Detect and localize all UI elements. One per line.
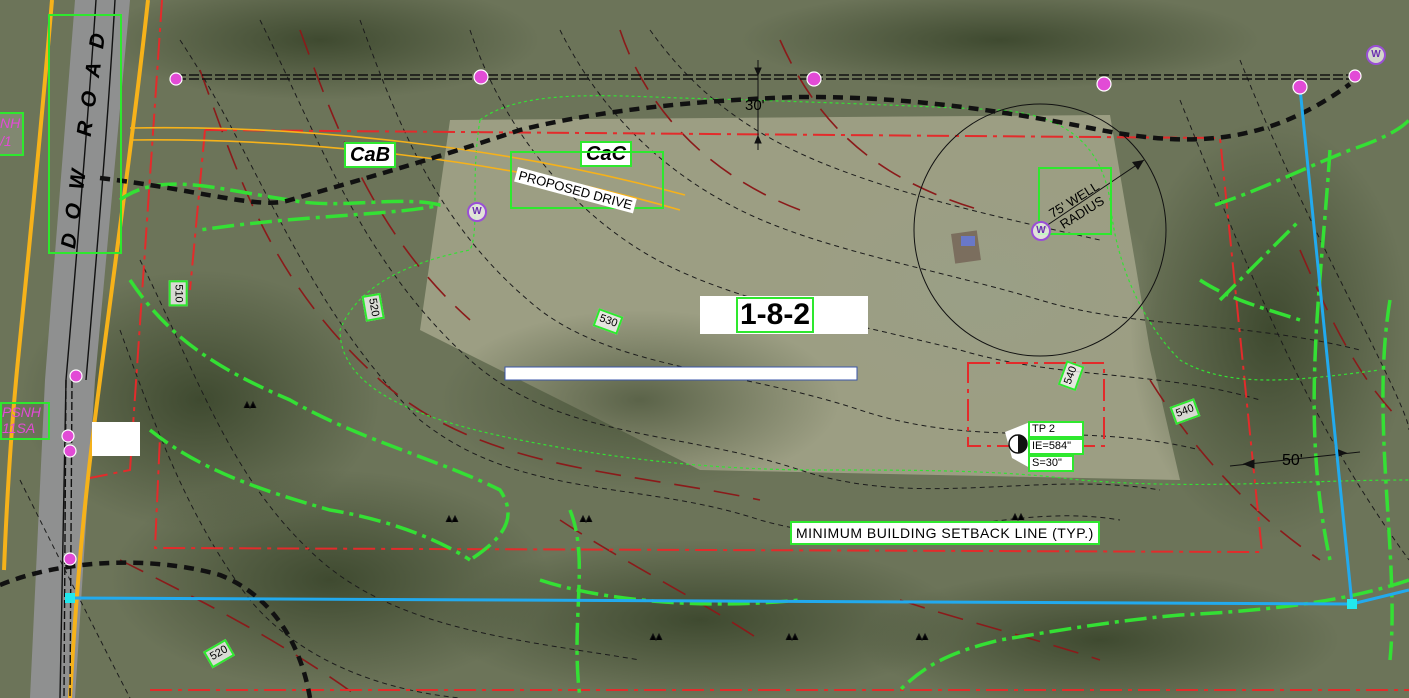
test-pit-invert: IE=584": [1028, 438, 1084, 455]
utility-pole-owner-top: NH: [0, 115, 21, 131]
road-name-label: DOW ROAD: [48, 14, 122, 254]
service-node-west: [65, 593, 75, 603]
setback-note: MINIMUM BUILDING SETBACK LINE (TYP.): [790, 521, 1100, 545]
test-pit-label: TP 2 IE=584" S=30": [1028, 421, 1084, 472]
proposed-drive-text: PROPOSED DRIVE: [514, 167, 637, 214]
utility-pole-label: PSNH 11SA: [0, 402, 50, 440]
existing-shed: [951, 230, 981, 264]
road-name-text: DOW ROAD: [57, 17, 112, 250]
lot-number-label: 1-8-2: [700, 296, 868, 334]
aerial-photo: [0, 0, 1409, 698]
proposed-drive-label: PROPOSED DRIVE: [510, 151, 664, 214]
utility-pole-number-top: /1: [0, 133, 12, 149]
lot-number-text: 1-8-2: [736, 297, 815, 333]
well-icon: W: [1366, 45, 1386, 65]
service-node-east: [1347, 599, 1357, 609]
test-pit-soil: S=30": [1028, 455, 1074, 472]
well-icon: W: [467, 202, 487, 222]
dimension-30: 30': [745, 97, 765, 114]
test-pit-id: TP 2: [1028, 421, 1084, 438]
site-plan-map: DOW ROAD CaB CaC PROPOSED DRIVE 1-8-2 75…: [0, 0, 1409, 698]
soil-label-cab: CaB: [344, 142, 397, 168]
utility-pole-owner: PSNH: [2, 404, 41, 420]
utility-pole-number: 11SA: [2, 420, 36, 436]
utility-pole-label-top: NH /1: [0, 112, 24, 156]
scale-bar: [504, 366, 858, 381]
well-icon: W: [1031, 221, 1051, 241]
dimension-50: 50': [1282, 452, 1303, 469]
blank-label-patch: [92, 422, 140, 456]
map-graphics: [0, 0, 1409, 698]
contour-label: 510: [168, 280, 188, 307]
